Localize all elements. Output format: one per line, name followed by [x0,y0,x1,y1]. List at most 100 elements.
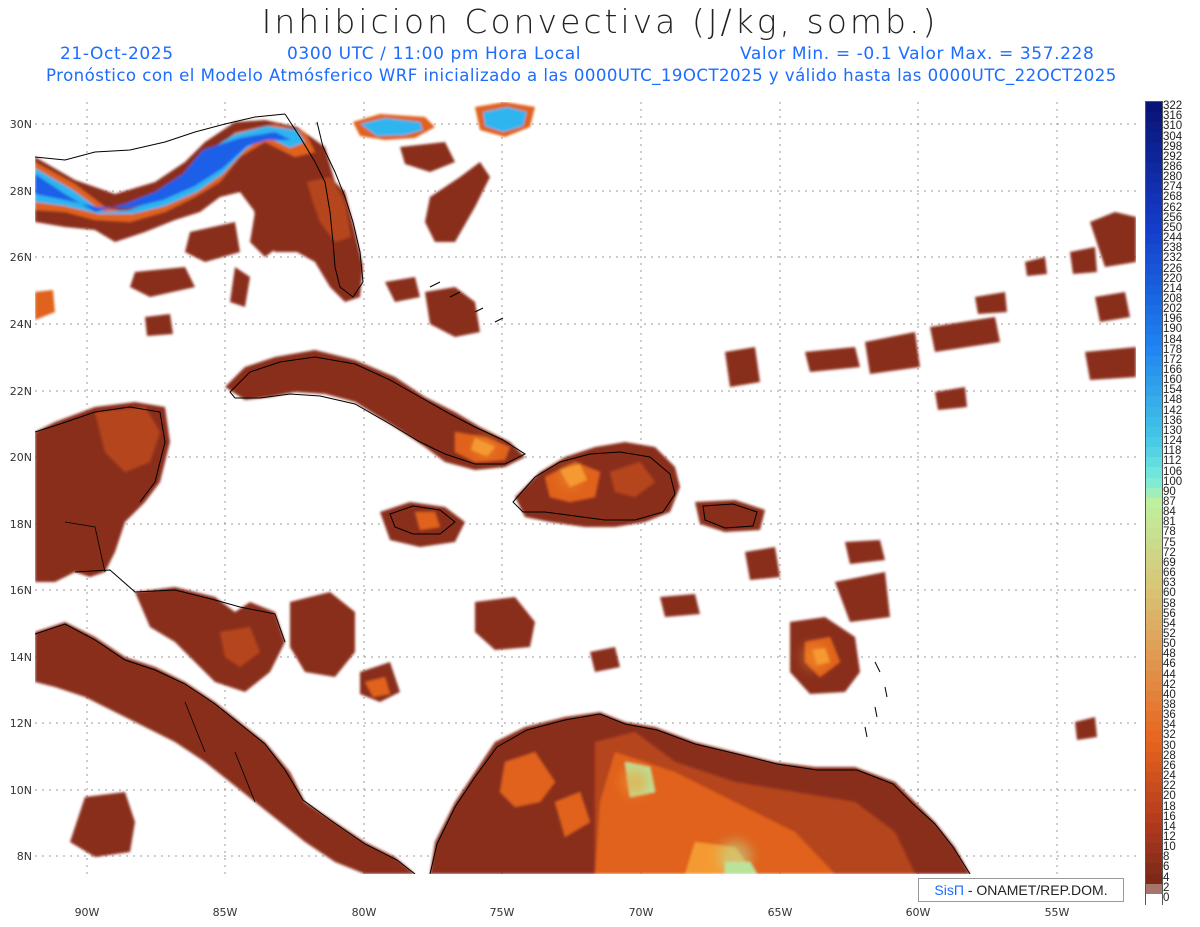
lat-label: 12N [9,717,32,730]
colorbar-label: 6 [1163,861,1170,874]
lon-label: 55W [1044,906,1070,919]
cin-field-map [35,102,1136,874]
colorbar-segment [1146,518,1162,529]
cin-shading [35,102,1136,874]
colorbar-label: 32 [1163,729,1176,742]
colorbar-segment [1146,457,1162,469]
colorbar-segment [1146,599,1162,611]
colorbar-segment [1146,325,1162,337]
lon-label: 75W [489,906,515,919]
colorbar-segment [1146,619,1162,631]
colorbar-label: 226 [1163,262,1183,275]
colorbar-label: 78 [1163,526,1176,539]
colorbar-segment [1146,822,1162,834]
colorbar-segment [1146,142,1162,154]
colorbar-segment [1146,477,1162,489]
chart-title: Inhibicion Convectiva (J/kg, somb.) [261,2,939,41]
colorbar-segment [1146,193,1162,205]
colorbar-segment [1146,721,1162,733]
lon-label: 90W [74,906,100,919]
colorbar-segment [1146,782,1162,793]
min-max-values: Valor Min. = -0.1 Valor Max. = 357.228 [740,44,1095,64]
colorbar-segment [1146,711,1162,722]
colorbar-label: 60 [1163,587,1176,600]
colorbar-segment [1146,589,1162,601]
colorbar-segment [1146,203,1162,215]
colorbar-segment [1146,731,1162,743]
colorbar-segment [1146,132,1162,144]
map-panel[interactable] [35,102,1136,874]
colorbar-segment [1146,365,1162,377]
colorbar-label: 20 [1163,790,1176,803]
forecast-date: 21-Oct-2025 [60,44,174,64]
colorbar-segment [1146,863,1162,875]
colorbar-segment [1146,355,1162,367]
colorbar-segment [1146,284,1162,296]
colorbar-segment [1146,173,1162,184]
colorbar-segment [1146,650,1162,661]
colorbar-segment [1146,660,1162,672]
colorbar-segment [1146,305,1162,316]
colorbar-segment [1146,112,1162,123]
colorbar-segment [1146,254,1162,266]
colorbar-segment [1146,761,1162,773]
lat-label: 30N [9,118,32,131]
lon-label: 60W [905,906,931,919]
lon-label: 70W [628,906,654,919]
lon-label: 85W [212,906,238,919]
lat-label: 22N [9,385,32,398]
colorbar-segment [1146,376,1162,387]
colorbar-segment [1146,772,1162,783]
colorbar-segment [1146,426,1162,438]
lat-label: 28N [9,185,32,198]
colorbar-segment [1146,416,1162,428]
colorbar-segment [1146,508,1162,519]
colorbar-segment [1146,162,1162,174]
colorbar-segment [1146,853,1162,864]
colorbar-segment [1146,832,1162,844]
colorbar-segment [1146,244,1162,255]
colorbar-segment [1146,568,1162,580]
colorbar-segment [1146,386,1162,397]
colorbar-segment [1146,873,1162,885]
colorbar-segment [1146,548,1162,560]
colorbar-segment [1146,792,1162,804]
colorbar-segment [1146,609,1162,621]
colorbar-segment [1146,700,1162,712]
lon-label: 80W [351,906,377,919]
colorbar-segment [1146,690,1162,702]
colorbar-segment [1146,843,1162,854]
colorbar [1145,101,1163,905]
colorbar-segment [1146,670,1162,682]
lat-label: 8N [16,850,32,863]
colorbar-label: 0 [1163,891,1170,904]
lat-label: 24N [9,318,32,331]
lat-label: 20N [9,451,32,464]
colorbar-label: 148 [1163,394,1183,407]
colorbar-segment [1146,264,1162,276]
lat-label: 26N [9,251,32,264]
colorbar-segment [1146,437,1162,448]
forecast-time: 0300 UTC / 11:00 pm Hora Local [287,44,582,64]
colorbar-segment [1146,122,1162,134]
colorbar-segment [1146,538,1162,550]
colorbar-segment [1146,152,1162,164]
credit-org: - ONAMET/REP.DOM. [963,882,1108,898]
colorbar-segment [1146,102,1162,113]
colorbar-segment [1146,406,1162,418]
lat-label: 16N [9,584,32,597]
colorbar-segment [1146,812,1162,824]
colorbar-segment [1146,579,1162,590]
lon-label: 65W [767,906,793,919]
colorbar-segment [1146,396,1162,408]
colorbar-segment [1146,883,1162,895]
colorbar-segment [1146,213,1162,225]
colorbar-segment [1146,558,1162,570]
colorbar-segment [1146,345,1162,357]
colorbar-segment [1146,802,1162,814]
colorbar-segment [1146,751,1162,763]
colorbar-segment [1146,233,1162,245]
colorbar-segment [1146,183,1162,194]
colorbar-label: 232 [1163,252,1183,265]
colorbar-label: 268 [1163,191,1183,204]
